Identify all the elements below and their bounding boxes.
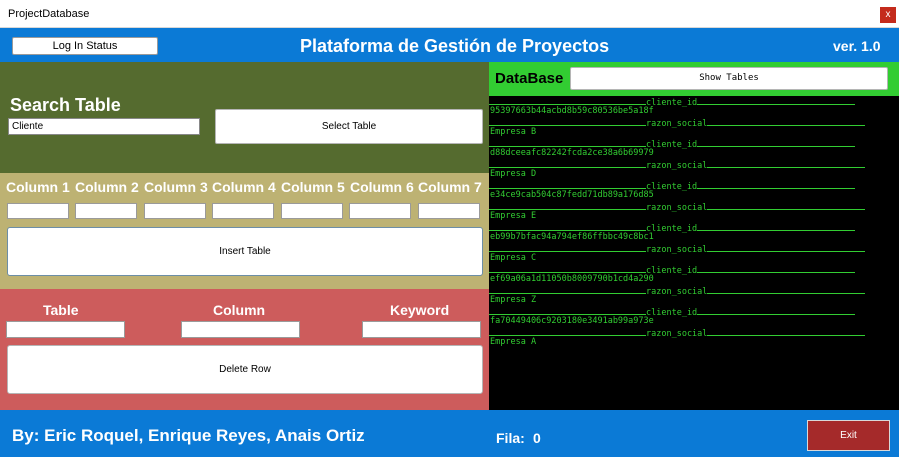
column-6-input[interactable]: [349, 203, 411, 219]
search-table-input[interactable]: Cliente: [8, 118, 200, 135]
console-value-line: Empresa B: [490, 127, 537, 137]
column-3-label: Column 3: [144, 179, 208, 195]
database-header: DataBase Show Tables: [489, 62, 899, 96]
column-1-label: Column 1: [6, 179, 70, 195]
login-status-button[interactable]: Log In Status: [12, 37, 158, 55]
column-6-label: Column 6: [350, 179, 414, 195]
window-titlebar: ProjectDatabase x: [0, 0, 899, 28]
console-value-line: Empresa A: [490, 337, 537, 347]
row-count-value: 0: [533, 430, 541, 446]
window-title: ProjectDatabase: [8, 8, 90, 20]
column-7-input[interactable]: [418, 203, 480, 219]
database-console[interactable]: cliente_id 95397663b44acbd8b59c80536be5a1…: [489, 96, 899, 410]
console-value-line: ef69a06a1d11050b8009790b1cd4a290: [490, 274, 654, 284]
column-7-label: Column 7: [418, 179, 482, 195]
search-table-panel: Search Table Cliente Select Table: [0, 62, 489, 173]
console-value-line: Empresa D: [490, 169, 537, 179]
authors-label: By: Eric Roquel, Enrique Reyes, Anais Or…: [12, 426, 365, 445]
column-1-input[interactable]: [7, 203, 69, 219]
insert-table-button[interactable]: Insert Table: [7, 227, 483, 276]
delete-keyword-label: Keyword: [390, 302, 450, 318]
console-value-line: Empresa Z: [490, 295, 537, 305]
console-value-line: Empresa C: [490, 253, 537, 263]
app-header: Log In Status Plataforma de Gestión de P…: [0, 28, 899, 62]
column-5-input[interactable]: [281, 203, 343, 219]
console-value-line: e34ce9cab504c87fedd71db89a176d85: [490, 190, 654, 200]
column-5-label: Column 5: [281, 179, 345, 195]
row-count-label: Fila:: [496, 430, 525, 446]
column-4-label: Column 4: [212, 179, 276, 195]
database-title: DataBase: [495, 70, 564, 87]
app-title: Plataforma de Gestión de Proyectos: [300, 36, 610, 56]
console-value-line: fa70449406c9203180e3491ab99a973e: [490, 316, 654, 326]
delete-row-button[interactable]: Delete Row: [7, 345, 483, 394]
delete-column-label: Column: [213, 302, 266, 318]
insert-panel: Column 1 Column 2 Column 3 Column 4 Colu…: [0, 173, 489, 289]
column-2-input[interactable]: [75, 203, 137, 219]
search-table-title: Search Table: [10, 95, 121, 115]
delete-table-input[interactable]: [6, 321, 125, 338]
delete-keyword-input[interactable]: [362, 321, 481, 338]
select-table-button[interactable]: Select Table: [215, 109, 483, 144]
delete-panel: Table Column Keyword Delete Row: [0, 289, 489, 410]
column-2-label: Column 2: [75, 179, 139, 195]
column-3-input[interactable]: [144, 203, 206, 219]
show-tables-button[interactable]: Show Tables: [570, 67, 888, 90]
column-4-input[interactable]: [212, 203, 274, 219]
console-value-line: d88dceeafc82242fcda2ce38a6b69979: [490, 148, 654, 158]
version-label: ver. 1.0: [833, 38, 881, 54]
delete-table-label: Table: [43, 302, 79, 318]
app-footer: By: Eric Roquel, Enrique Reyes, Anais Or…: [0, 410, 899, 457]
console-value-line: Empresa E: [490, 211, 537, 221]
console-value-line: 95397663b44acbd8b59c80536be5a18f: [490, 106, 654, 116]
console-value-line: eb99b7bfac94a794ef86ffbbc49c8bc1: [490, 232, 654, 242]
exit-button[interactable]: Exit: [807, 420, 890, 451]
close-button[interactable]: x: [880, 7, 896, 23]
delete-column-input[interactable]: [181, 321, 300, 338]
